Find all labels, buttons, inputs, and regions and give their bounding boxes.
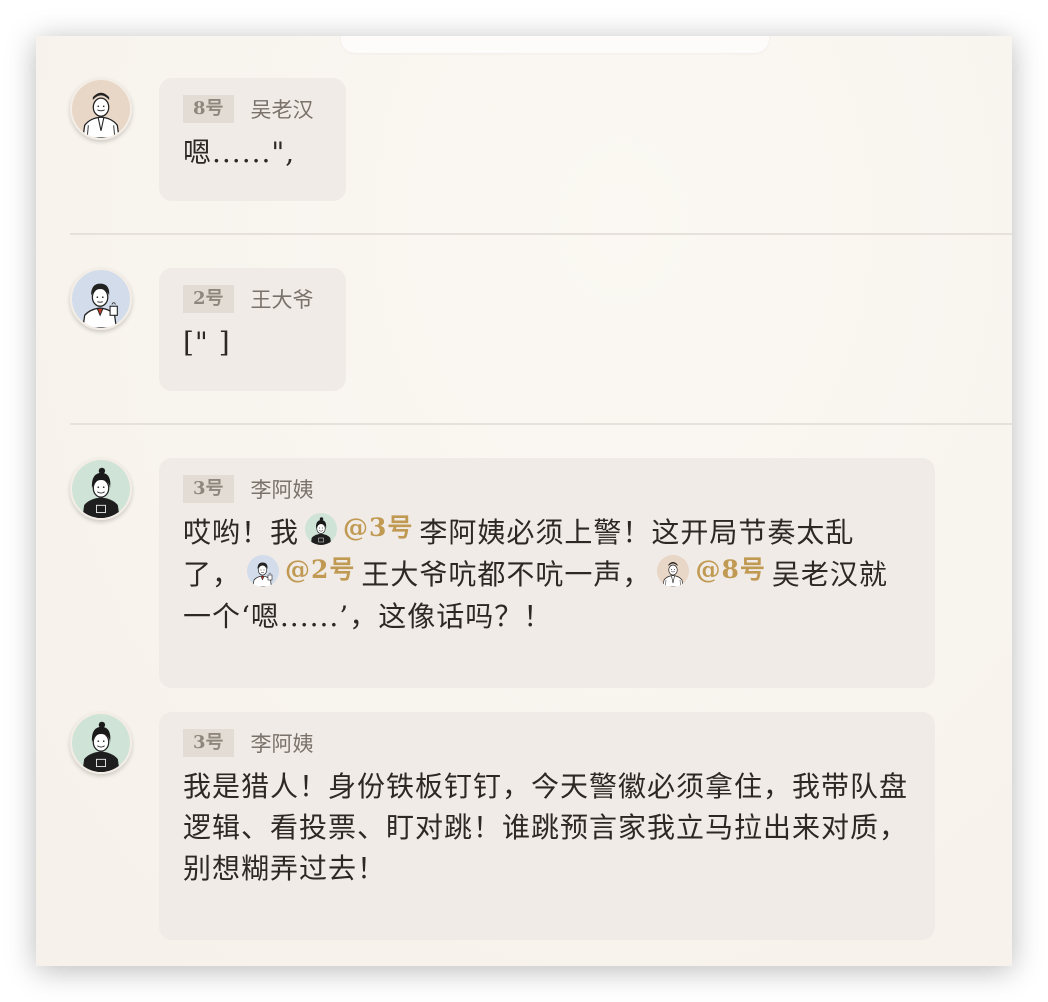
mention-tag: @2号 (285, 555, 356, 584)
message-text-segment: 哎哟！我 (183, 516, 300, 549)
speaker-avatar-8[interactable] (70, 78, 132, 140)
auntie-avatar-icon (305, 513, 337, 545)
speaker-avatar-3[interactable] (70, 712, 132, 774)
chat-window: 8号 吴老汉 嗯......", 2号 王大爷 [" ] 3号 李阿姨 哎哟！我… (36, 36, 1012, 966)
auntie-avatar-icon (72, 460, 130, 518)
message-text-segment: 王大爷吭都不吭一声， (361, 558, 652, 591)
message-meta: 3号 李阿姨 (183, 728, 911, 758)
message-meta: 8号 吴老汉 (183, 94, 322, 124)
speaker-name: 李阿姨 (250, 732, 314, 756)
elderly-man-avatar-icon (657, 555, 689, 587)
mention-tag: @3号 (343, 513, 414, 542)
mention-8[interactable]: @8号 (651, 555, 771, 591)
message-divider (70, 423, 1012, 425)
mention-2[interactable]: @2号 (241, 555, 361, 591)
old-man-with-tea-avatar-icon (247, 555, 279, 587)
top-handle (341, 36, 769, 53)
message-bubble: 3号 李阿姨 哎哟！我 @3号 李阿姨必须上警！这开局节奏太乱了， @2号 王大爷吭都不… (159, 458, 935, 688)
message-bubble: 3号 李阿姨 我是猎人！身份铁板钉钉，今天警徽必须拿住，我带队盘逻辑、看投票、盯… (159, 712, 935, 940)
message-bubble: 2号 王大爷 [" ] (159, 268, 346, 391)
message-text: 哎哟！我 @3号 李阿姨必须上警！这开局节奏太乱了， @2号 王大爷吭都不吭一声， @8号… (183, 512, 911, 637)
elderly-man-avatar-icon (72, 80, 130, 138)
message-bubble: 8号 吴老汉 嗯......", (159, 78, 346, 201)
auntie-avatar-icon (72, 714, 130, 772)
message-text: 嗯......", (183, 136, 296, 169)
mention-tag: @8号 (695, 555, 766, 584)
seat-badge: 3号 (183, 729, 234, 757)
message-text: 我是猎人！身份铁板钉钉，今天警徽必须拿住，我带队盘逻辑、看投票、盯对跳！谁跳预言… (183, 770, 909, 885)
message-divider (70, 233, 1012, 235)
old-man-with-tea-avatar-icon (72, 270, 130, 328)
speaker-name: 李阿姨 (250, 478, 314, 502)
speaker-name: 王大爷 (250, 288, 314, 312)
message-meta: 3号 李阿姨 (183, 474, 911, 504)
seat-badge: 2号 (183, 285, 234, 313)
seat-badge: 8号 (183, 95, 234, 123)
speaker-avatar-2[interactable] (70, 268, 132, 330)
speaker-name: 吴老汉 (250, 98, 314, 122)
message-meta: 2号 王大爷 (183, 284, 322, 314)
speaker-avatar-3[interactable] (70, 458, 132, 520)
mention-3[interactable]: @3号 (299, 513, 419, 549)
message-text: [" ] (183, 326, 231, 359)
seat-badge: 3号 (183, 475, 234, 503)
